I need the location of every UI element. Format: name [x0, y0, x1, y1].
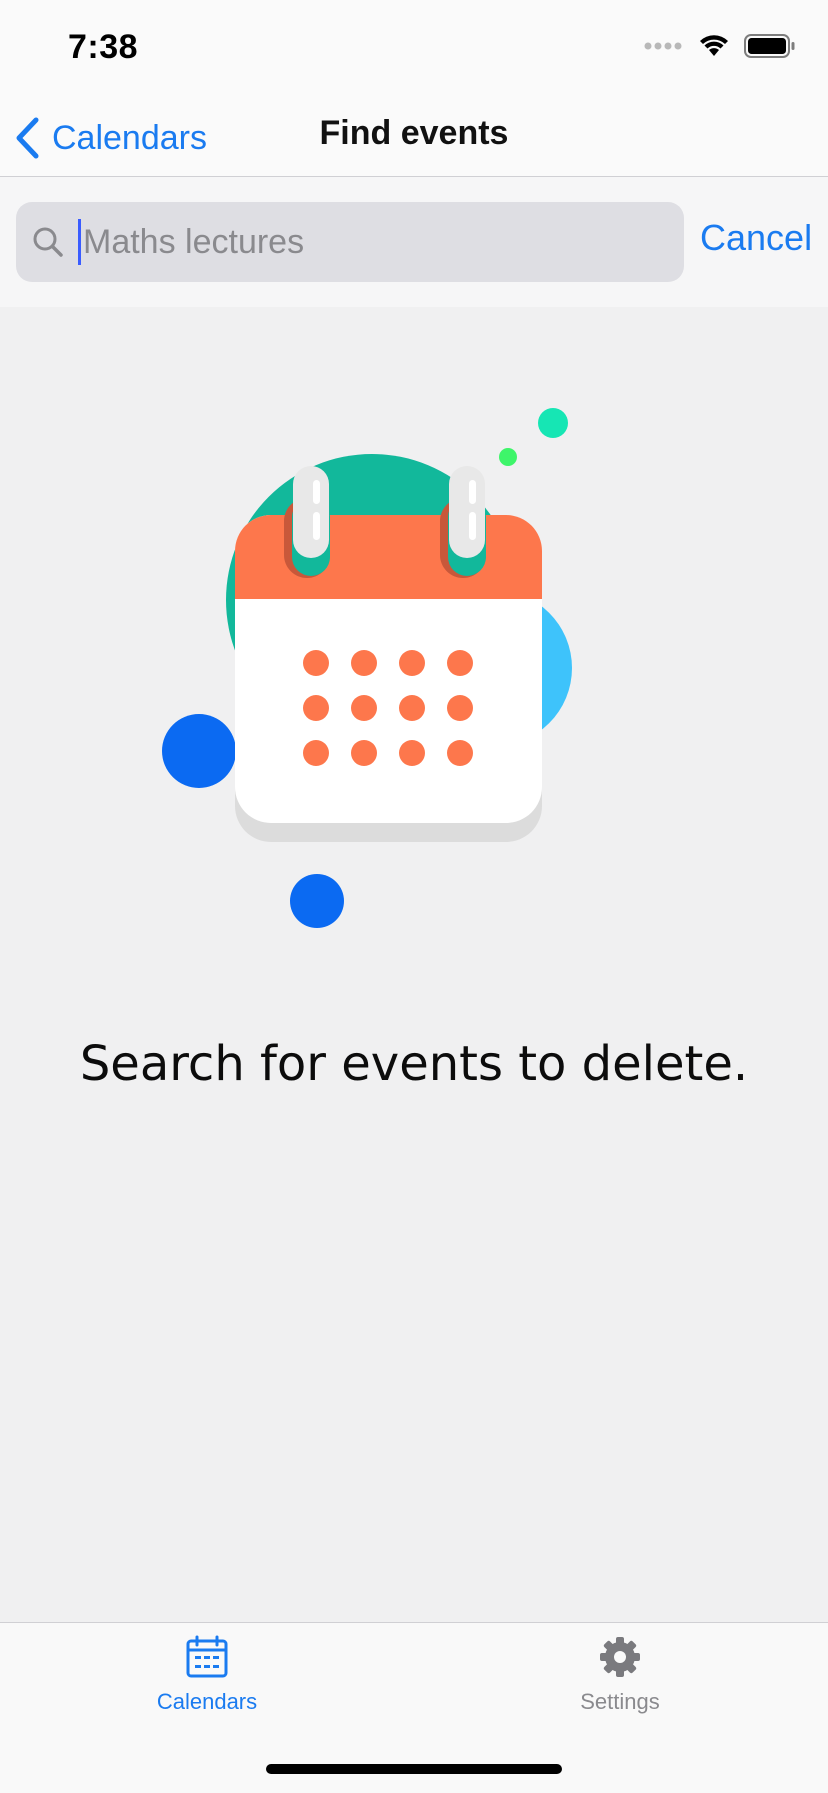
tab-settings[interactable]: Settings	[520, 1635, 720, 1715]
status-bar: 7:38	[0, 0, 828, 100]
calendar-illustration	[235, 466, 542, 842]
empty-state-message: Search for events to delete.	[79, 1036, 749, 1092]
status-icons	[644, 34, 796, 58]
mint-dot	[538, 408, 568, 438]
search-field[interactable]	[16, 202, 684, 282]
search-icon	[30, 224, 66, 260]
cellular-signal-icon	[644, 42, 682, 50]
cancel-button[interactable]: Cancel	[700, 217, 812, 259]
teal-blob	[226, 454, 518, 746]
tab-calendars[interactable]: Calendars	[107, 1635, 307, 1715]
cyan-blob	[416, 590, 572, 746]
home-indicator	[266, 1764, 562, 1774]
green-dot	[499, 448, 517, 466]
tab-settings-label: Settings	[580, 1689, 660, 1714]
page-title: Find events	[319, 114, 509, 152]
calendar-icon	[186, 1635, 228, 1678]
search-area: Cancel	[0, 177, 828, 307]
blue-dot-large	[162, 714, 236, 788]
search-input[interactable]	[83, 222, 643, 262]
battery-icon	[744, 34, 795, 58]
navigation-bar: Calendars Find events	[0, 100, 828, 177]
tab-calendars-label: Calendars	[156, 1689, 258, 1714]
gear-icon	[600, 1637, 640, 1677]
wifi-icon	[700, 35, 728, 56]
blue-dot-small	[290, 874, 344, 928]
text-cursor	[78, 219, 81, 265]
status-time: 7:38	[68, 28, 139, 66]
